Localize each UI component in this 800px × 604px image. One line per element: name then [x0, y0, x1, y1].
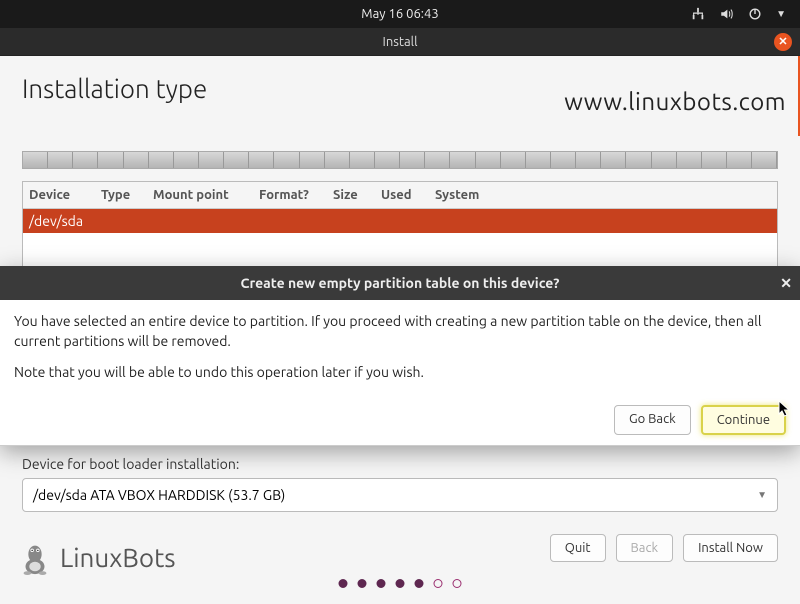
system-topbar: May 16 06:43 ▼ — [0, 0, 800, 28]
step-dot — [358, 579, 367, 588]
device-cell: /dev/sda — [29, 213, 83, 229]
window-titlebar: Install ✕ — [0, 28, 800, 56]
col-used: Used — [381, 188, 421, 202]
chevron-down-icon: ▼ — [757, 489, 767, 501]
col-device: Device — [29, 188, 87, 202]
col-system: System — [435, 188, 479, 202]
watermark-url: www.linuxbots.com — [564, 88, 786, 115]
partition-table: Device Type Mount point Format? Size Use… — [22, 181, 778, 276]
table-header: Device Type Mount point Format? Size Use… — [23, 182, 777, 209]
system-tray: ▼ — [691, 7, 786, 21]
step-dot — [434, 579, 443, 588]
cursor-icon — [778, 400, 792, 418]
col-mount: Mount point — [153, 188, 245, 202]
logo-text: LinuxBots — [60, 543, 176, 572]
dialog-titlebar: Create new empty partition table on this… — [0, 266, 800, 300]
dialog-title: Create new empty partition table on this… — [241, 275, 560, 291]
dialog-buttons: Go Back Continue — [0, 405, 800, 445]
dialog-body: You have selected an entire device to pa… — [0, 300, 800, 405]
dialog-close-button[interactable]: ✕ — [780, 275, 792, 292]
table-row-selected[interactable]: /dev/sda — [23, 209, 777, 233]
bootloader-dropdown[interactable]: /dev/sda ATA VBOX HARDDISK (53.7 GB) ▼ — [22, 478, 778, 512]
power-icon[interactable] — [748, 7, 762, 21]
step-dot — [415, 579, 424, 588]
col-size: Size — [333, 188, 367, 202]
step-dot — [396, 579, 405, 588]
bootloader-value: /dev/sda ATA VBOX HARDDISK (53.7 GB) — [33, 487, 285, 503]
step-dot — [339, 579, 348, 588]
partition-visualizer — [22, 151, 778, 169]
back-button[interactable]: Back — [616, 534, 674, 562]
clock: May 16 06:43 — [361, 7, 438, 21]
col-type: Type — [101, 188, 139, 202]
window-title: Install — [383, 35, 418, 49]
network-icon[interactable] — [691, 7, 705, 21]
dialog-text-1: You have selected an entire device to pa… — [14, 312, 786, 351]
penguin-icon — [16, 538, 54, 576]
step-dot — [377, 579, 386, 588]
bootloader-label: Device for boot loader installation: — [22, 456, 778, 472]
chevron-down-icon[interactable]: ▼ — [776, 8, 786, 20]
go-back-button[interactable]: Go Back — [614, 405, 691, 435]
volume-icon[interactable] — [719, 7, 734, 21]
col-format: Format? — [259, 188, 319, 202]
quit-button[interactable]: Quit — [550, 534, 606, 562]
install-now-button[interactable]: Install Now — [683, 534, 778, 562]
step-dot — [453, 579, 462, 588]
window-close-button[interactable]: ✕ — [774, 33, 792, 51]
linuxbots-logo: LinuxBots — [16, 538, 176, 576]
continue-button[interactable]: Continue — [701, 405, 786, 435]
confirm-dialog: Create new empty partition table on this… — [0, 266, 800, 446]
dialog-text-2: Note that you will be able to undo this … — [14, 363, 786, 383]
progress-dots — [339, 579, 462, 588]
